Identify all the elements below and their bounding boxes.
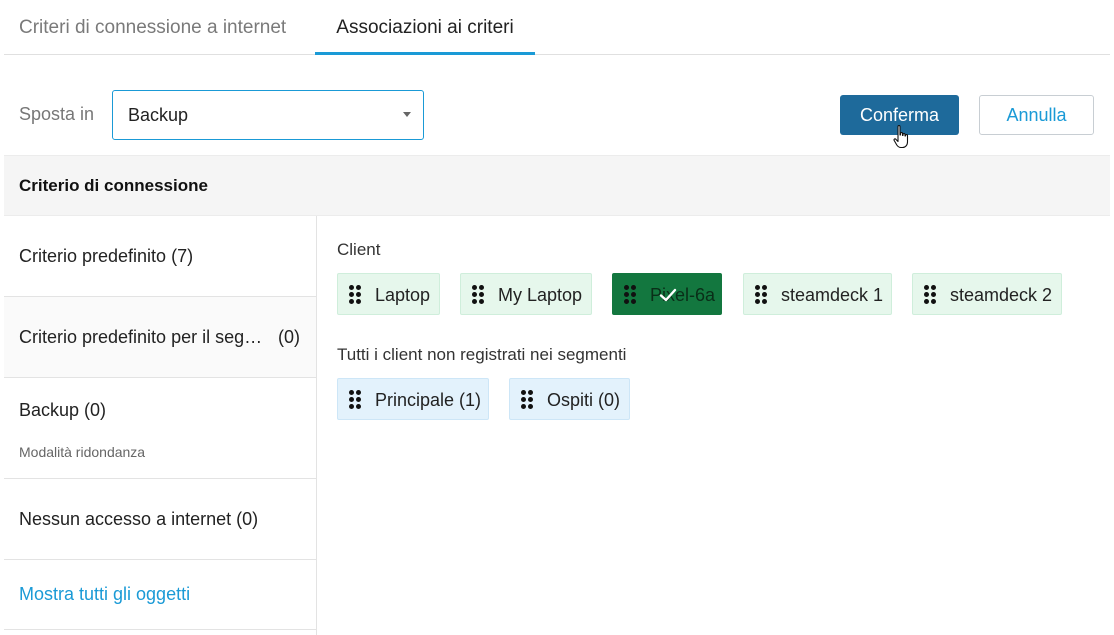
section-header: Criterio di connessione bbox=[4, 155, 1110, 216]
client-chip-label: Laptop bbox=[375, 285, 431, 305]
drag-handle-icon[interactable] bbox=[349, 285, 361, 305]
segment-chip-label: Ospiti (0) bbox=[547, 390, 621, 410]
policy-item-subtitle: Modalità ridondanza bbox=[19, 444, 146, 460]
show-all-row: Mostra tutti gli oggetti bbox=[4, 560, 316, 630]
segment-chip[interactable]: Principale (1) bbox=[337, 378, 489, 420]
policy-item-label: Criterio predefinito per il segmento bbox=[19, 327, 267, 347]
caret-down-icon bbox=[403, 112, 411, 117]
client-chip-label: My Laptop bbox=[498, 285, 583, 305]
move-to-label: Sposta in bbox=[19, 104, 95, 124]
drag-handle-icon[interactable] bbox=[521, 390, 533, 410]
section-title: Criterio di connessione bbox=[19, 176, 208, 195]
cancel-button[interactable]: Annulla bbox=[979, 95, 1094, 135]
client-chip[interactable]: Laptop bbox=[337, 273, 440, 315]
drag-handle-icon[interactable] bbox=[755, 285, 767, 305]
segment-chip[interactable]: Ospiti (0) bbox=[509, 378, 630, 420]
client-chip-label: steamdeck 1 bbox=[781, 285, 884, 305]
client-chip[interactable]: steamdeck 1 bbox=[743, 273, 892, 315]
drag-handle-icon[interactable] bbox=[349, 390, 361, 410]
client-chip[interactable]: My Laptop bbox=[460, 273, 592, 315]
client-chip-selected[interactable]: Pixel-6a bbox=[612, 273, 722, 315]
segments-group-label: Tutti i client non registrati nei segmen… bbox=[337, 345, 627, 364]
drag-handle-icon[interactable] bbox=[472, 285, 484, 305]
client-chip[interactable]: steamdeck 2 bbox=[912, 273, 1062, 315]
policy-item-backup[interactable]: Backup (0) Modalità ridondanza bbox=[4, 378, 316, 479]
policy-item-label: Nessun accesso a internet (0) bbox=[19, 509, 259, 529]
policy-list: Criterio predefinito (7) Criterio predef… bbox=[4, 216, 317, 635]
checkmark-icon bbox=[659, 288, 677, 302]
policy-item-label: Backup (0) bbox=[19, 400, 107, 420]
move-to-select-value: Backup bbox=[128, 105, 189, 125]
drag-handle-icon[interactable] bbox=[924, 285, 936, 305]
drag-handle-icon[interactable] bbox=[624, 285, 636, 305]
policy-item-no-internet[interactable]: Nessun accesso a internet (0) bbox=[4, 479, 316, 560]
policy-item-default[interactable]: Criterio predefinito (7) bbox=[4, 216, 316, 297]
policy-item-default-segment[interactable]: Criterio predefinito per il segmento (0) bbox=[4, 297, 316, 378]
client-chip-label: steamdeck 2 bbox=[950, 285, 1053, 305]
clients-group-label: Client bbox=[337, 240, 381, 259]
tab-policy-assignments[interactable]: Associazioni ai criteri bbox=[315, 0, 535, 55]
move-to-select[interactable]: Backup bbox=[112, 90, 424, 140]
tab-internet-connection-policies[interactable]: Criteri di connessione a internet bbox=[4, 0, 308, 55]
segment-chip-label: Principale (1) bbox=[375, 390, 482, 410]
policy-item-count: (0) bbox=[278, 327, 300, 347]
show-all-link[interactable]: Mostra tutti gli oggetti bbox=[19, 584, 190, 605]
policy-item-label: Criterio predefinito (7) bbox=[19, 246, 194, 266]
tab-bar: Criteri di connessione a internet Associ… bbox=[4, 0, 1110, 55]
hand-pointer-icon bbox=[893, 124, 909, 149]
